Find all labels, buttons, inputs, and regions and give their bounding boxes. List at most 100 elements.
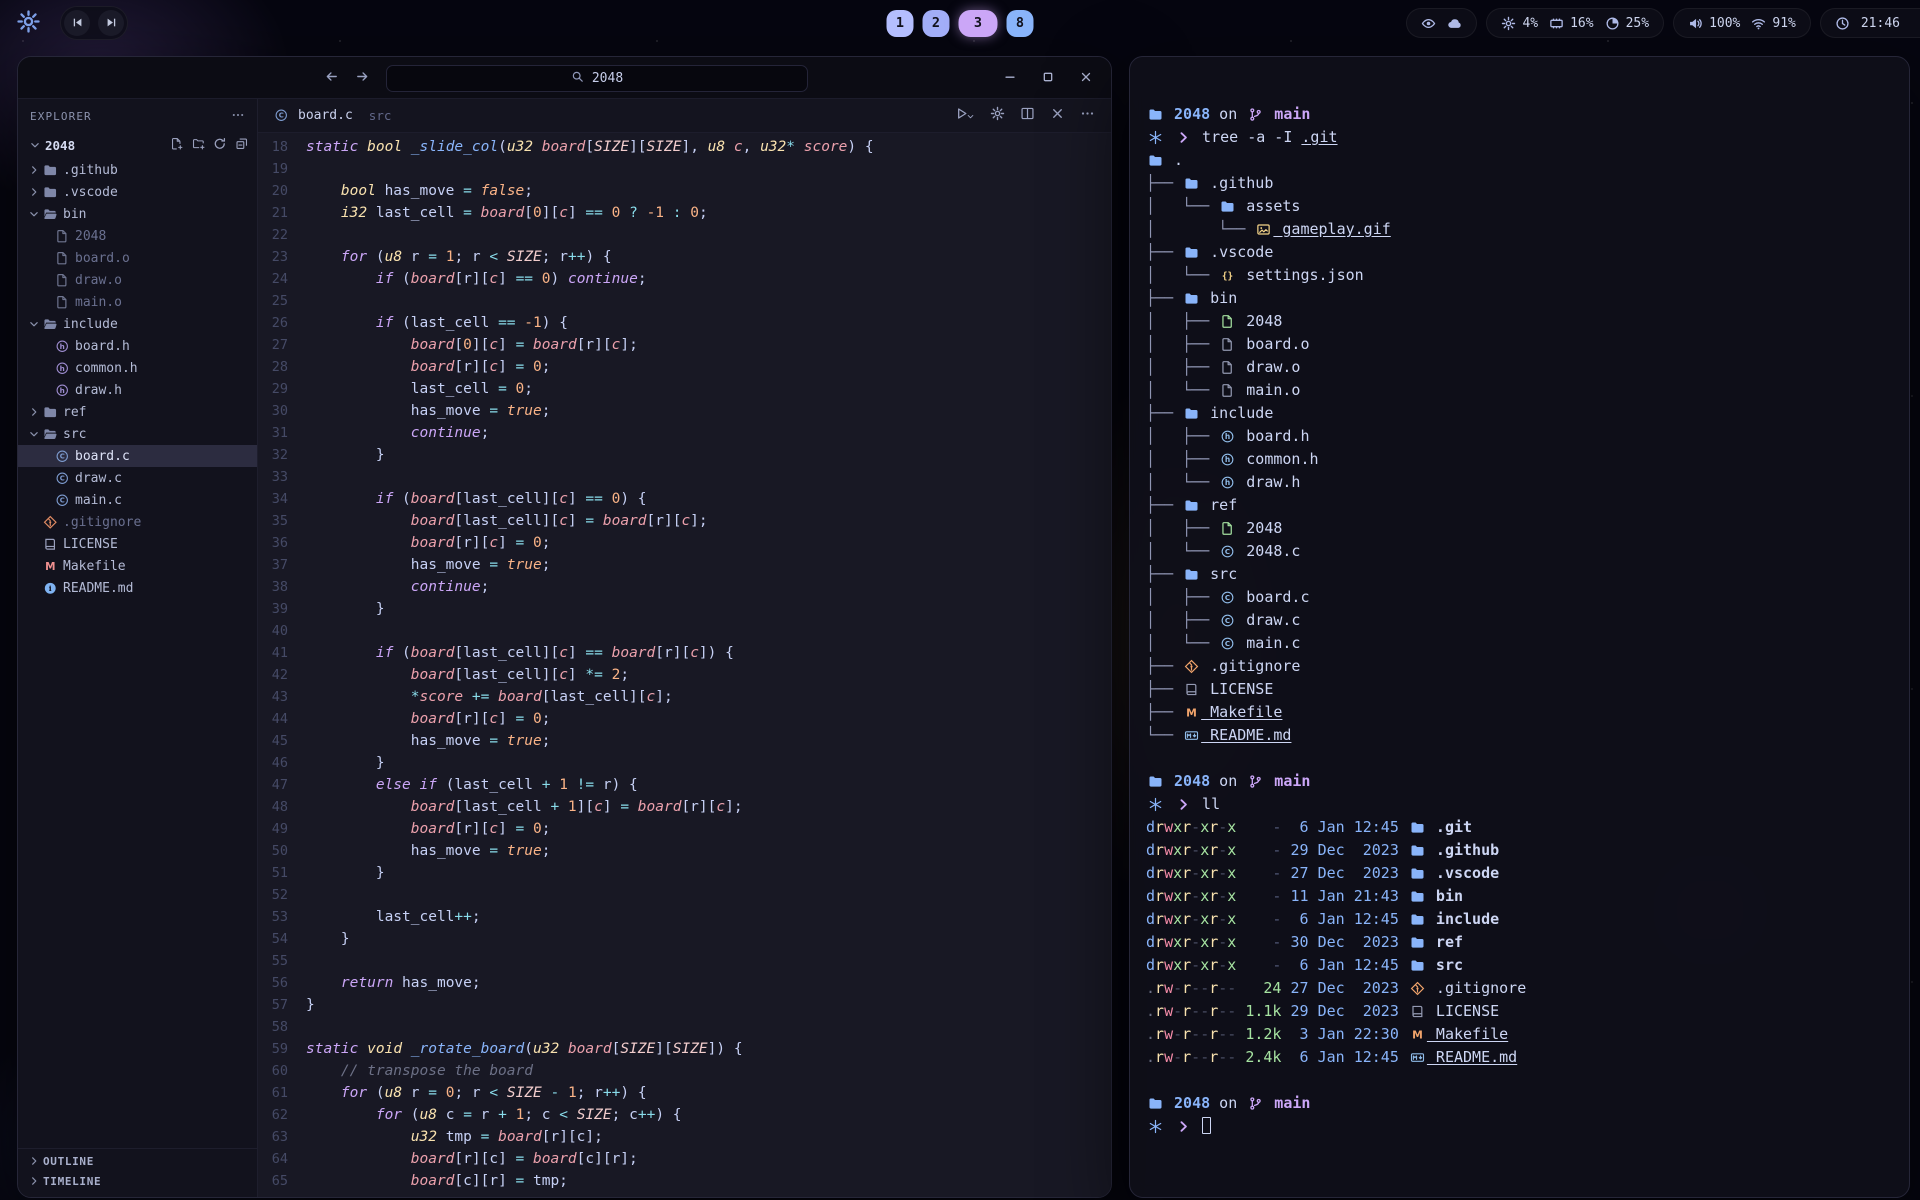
audio-network-widget[interactable]: 100%91% bbox=[1673, 8, 1811, 38]
clock-widget[interactable]: 21:46 bbox=[1820, 8, 1920, 38]
editor-action-gear[interactable] bbox=[990, 106, 1005, 125]
code-line-39[interactable]: 39 } bbox=[258, 598, 1111, 620]
code-line-32[interactable]: 32 } bbox=[258, 444, 1111, 466]
editor-action-more[interactable] bbox=[1080, 106, 1095, 125]
tree-item-board.o[interactable]: board.o bbox=[18, 247, 257, 269]
tree-item-include[interactable]: include bbox=[18, 313, 257, 335]
system-stats-widget[interactable]: 4%16%25% bbox=[1486, 8, 1664, 38]
code-line-29[interactable]: 29 last_cell = 0; bbox=[258, 378, 1111, 400]
tree-item-common.h[interactable]: hcommon.h bbox=[18, 357, 257, 379]
code-line-30[interactable]: 30 has_move = true; bbox=[258, 400, 1111, 422]
tree-item-.vscode[interactable]: .vscode bbox=[18, 181, 257, 203]
tree-item-bin[interactable]: bin bbox=[18, 203, 257, 225]
code-line-50[interactable]: 50 has_move = true; bbox=[258, 840, 1111, 862]
code-line-53[interactable]: 53 last_cell++; bbox=[258, 906, 1111, 928]
code-line-22[interactable]: 22 bbox=[258, 224, 1111, 246]
code-line-61[interactable]: 61 for (u8 r = 0; r < SIZE - 1; r++) { bbox=[258, 1082, 1111, 1104]
code-line-55[interactable]: 55 bbox=[258, 950, 1111, 972]
tree-item-board.c[interactable]: Cboard.c bbox=[18, 445, 257, 467]
code-line-25[interactable]: 25 bbox=[258, 290, 1111, 312]
tree-item-Makefile[interactable]: MMakefile bbox=[18, 555, 257, 577]
code-line-33[interactable]: 33 bbox=[258, 466, 1111, 488]
code-line-24[interactable]: 24 if (board[r][c] == 0) continue; bbox=[258, 268, 1111, 290]
tree-item-draw.c[interactable]: Cdraw.c bbox=[18, 467, 257, 489]
tree-item-draw.o[interactable]: draw.o bbox=[18, 269, 257, 291]
command-center-search[interactable]: 2048 bbox=[386, 65, 808, 92]
tree-item-.gitignore[interactable]: .gitignore bbox=[18, 511, 257, 533]
code-line-41[interactable]: 41 if (board[last_cell][c] == board[r][c… bbox=[258, 642, 1111, 664]
media-next-button[interactable] bbox=[98, 10, 124, 36]
code-line-35[interactable]: 35 board[last_cell][c] = board[r][c]; bbox=[258, 510, 1111, 532]
timeline-section[interactable]: TIMELINE bbox=[18, 1171, 257, 1191]
code-line-37[interactable]: 37 has_move = true; bbox=[258, 554, 1111, 576]
new-file-button[interactable] bbox=[170, 137, 184, 154]
workspace-1[interactable]: 1 bbox=[887, 10, 914, 37]
workspace-8[interactable]: 8 bbox=[1007, 10, 1034, 37]
media-previous-button[interactable] bbox=[64, 10, 90, 36]
tree-item-draw.h[interactable]: hdraw.h bbox=[18, 379, 257, 401]
code-line-52[interactable]: 52 bbox=[258, 884, 1111, 906]
code-line-40[interactable]: 40 bbox=[258, 620, 1111, 642]
launcher-button[interactable] bbox=[12, 7, 44, 39]
code-line-18[interactable]: 18static bool _slide_col(u32 board[SIZE]… bbox=[258, 136, 1111, 158]
editor-action-close[interactable] bbox=[1050, 106, 1065, 125]
outline-section[interactable]: OUTLINE bbox=[18, 1151, 257, 1171]
code-line-27[interactable]: 27 board[0][c] = board[r][c]; bbox=[258, 334, 1111, 356]
maximize-button[interactable] bbox=[1041, 69, 1055, 88]
code-line-44[interactable]: 44 board[r][c] = 0; bbox=[258, 708, 1111, 730]
code-line-21[interactable]: 21 i32 last_cell = board[0][c] == 0 ? -1… bbox=[258, 202, 1111, 224]
weather-widget[interactable] bbox=[1406, 8, 1477, 38]
code-line-49[interactable]: 49 board[r][c] = 0; bbox=[258, 818, 1111, 840]
code-line-28[interactable]: 28 board[r][c] = 0; bbox=[258, 356, 1111, 378]
code-line-19[interactable]: 19 bbox=[258, 158, 1111, 180]
code-line-60[interactable]: 60 // transpose the board bbox=[258, 1060, 1111, 1082]
workspace-3[interactable]: 3 bbox=[959, 10, 998, 37]
code-line-51[interactable]: 51 } bbox=[258, 862, 1111, 884]
code-line-42[interactable]: 42 board[last_cell][c] *= 2; bbox=[258, 664, 1111, 686]
tree-item-board.h[interactable]: hboard.h bbox=[18, 335, 257, 357]
editor-titlebar[interactable]: 2048 bbox=[18, 57, 1111, 99]
code-line-48[interactable]: 48 board[last_cell + 1][c] = board[r][c]… bbox=[258, 796, 1111, 818]
refresh-button[interactable] bbox=[213, 137, 227, 154]
code-line-59[interactable]: 59static void _rotate_board(u32 board[SI… bbox=[258, 1038, 1111, 1060]
tree-item-.github[interactable]: .github bbox=[18, 159, 257, 181]
nav-back-button[interactable] bbox=[324, 69, 339, 88]
code-line-31[interactable]: 31 continue; bbox=[258, 422, 1111, 444]
tree-item-main.o[interactable]: main.o bbox=[18, 291, 257, 313]
project-section-header[interactable]: 2048 bbox=[18, 133, 257, 157]
code-line-26[interactable]: 26 if (last_cell == -1) { bbox=[258, 312, 1111, 334]
tree-item-README.md[interactable]: iREADME.md bbox=[18, 577, 257, 599]
code-line-64[interactable]: 64 board[r][c] = board[c][r]; bbox=[258, 1148, 1111, 1170]
tree-item-src[interactable]: src bbox=[18, 423, 257, 445]
code-line-20[interactable]: 20 bool has_move = false; bbox=[258, 180, 1111, 202]
explorer-more-button[interactable] bbox=[231, 108, 245, 125]
code-line-38[interactable]: 38 continue; bbox=[258, 576, 1111, 598]
code-line-63[interactable]: 63 u32 tmp = board[r][c]; bbox=[258, 1126, 1111, 1148]
code-line-58[interactable]: 58 bbox=[258, 1016, 1111, 1038]
code-line-54[interactable]: 54 } bbox=[258, 928, 1111, 950]
code-line-62[interactable]: 62 for (u8 c = r + 1; c < SIZE; c++) { bbox=[258, 1104, 1111, 1126]
nav-forward-button[interactable] bbox=[355, 69, 370, 88]
terminal-content[interactable]: 2048 on main tree -a -I .git .├── .githu… bbox=[1130, 57, 1909, 1138]
code-editor[interactable]: 18static bool _slide_col(u32 board[SIZE]… bbox=[258, 133, 1111, 1197]
code-line-23[interactable]: 23 for (u8 r = 1; r < SIZE; r++) { bbox=[258, 246, 1111, 268]
code-line-45[interactable]: 45 has_move = true; bbox=[258, 730, 1111, 752]
tree-item-main.c[interactable]: Cmain.c bbox=[18, 489, 257, 511]
close-button[interactable] bbox=[1079, 69, 1093, 88]
code-line-46[interactable]: 46 } bbox=[258, 752, 1111, 774]
editor-action-split[interactable] bbox=[1020, 106, 1035, 125]
tree-item-2048[interactable]: 2048 bbox=[18, 225, 257, 247]
new-folder-button[interactable] bbox=[192, 137, 206, 154]
minimize-button[interactable] bbox=[1003, 69, 1017, 88]
tree-item-ref[interactable]: ref bbox=[18, 401, 257, 423]
code-line-47[interactable]: 47 else if (last_cell + 1 != r) { bbox=[258, 774, 1111, 796]
editor-action-play[interactable] bbox=[954, 106, 975, 125]
code-line-34[interactable]: 34 if (board[last_cell][c] == 0) { bbox=[258, 488, 1111, 510]
code-line-36[interactable]: 36 board[r][c] = 0; bbox=[258, 532, 1111, 554]
code-line-56[interactable]: 56 return has_move; bbox=[258, 972, 1111, 994]
collapse-all-button[interactable] bbox=[235, 137, 249, 154]
tab-board.c[interactable]: C board.c src bbox=[272, 108, 391, 123]
workspace-2[interactable]: 2 bbox=[923, 10, 950, 37]
tree-item-LICENSE[interactable]: LICENSE bbox=[18, 533, 257, 555]
code-line-43[interactable]: 43 *score += board[last_cell][c]; bbox=[258, 686, 1111, 708]
